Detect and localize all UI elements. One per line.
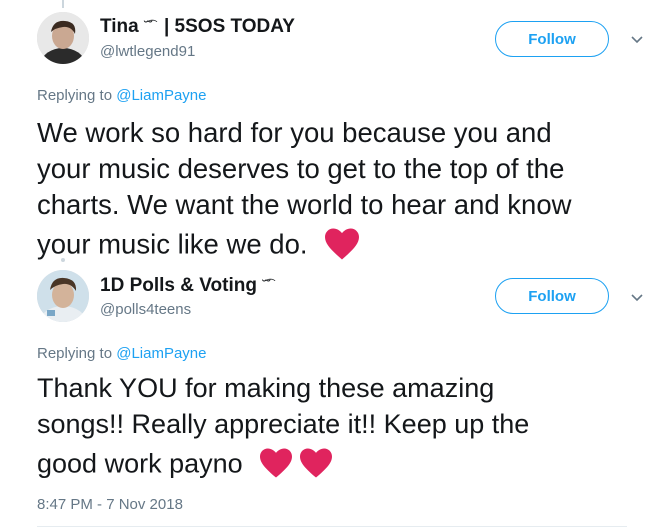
display-name[interactable]: 1D Polls & Voting [100,275,257,296]
thread-connector [62,0,64,8]
heart-icon [323,227,361,266]
tweet-body: We work so hard for you because you and … [37,119,637,263]
tweet-body: Thank YOU for making these amazing songs… [37,375,637,483]
avatar[interactable] [37,270,89,322]
name-suffix: | 5SOS TODAY [163,16,295,37]
thread-dot [61,258,65,262]
replying-prefix: Replying to [37,345,117,362]
chevron-down-icon[interactable] [630,291,644,305]
replying-to-link[interactable]: @LiamPayne [116,87,206,104]
replying-prefix: Replying to [37,87,117,104]
heart-icon [298,447,334,484]
tweet-line: your music deserves to get to the top of… [37,153,565,184]
user-handle[interactable]: @lwtlegend91 [100,43,195,60]
emoticon-icon: ˘͡˘ [262,277,271,292]
heart-icon [258,447,294,484]
tweet-line: We work so hard for you because you and [37,117,552,148]
chevron-down-icon[interactable] [630,33,644,47]
tweet-line: charts. We want the world to hear and kn… [37,189,572,220]
tweet-timestamp[interactable]: 8:47 PM - 7 Nov 2018 [37,496,183,513]
replying-to-link[interactable]: @LiamPayne [116,345,206,362]
follow-button[interactable]: Follow [495,21,609,57]
display-name-row: 1D Polls & Voting ˘͡˘ [100,275,271,297]
tweet-line: your music like we do. [37,228,308,260]
replying-to: Replying to @LiamPayne [37,345,207,362]
tweet-line-last: good work payno [37,447,637,483]
tweet-line: songs!! Really appreciate it!! Keep up t… [37,409,530,439]
tweet-line: good work payno [37,448,243,479]
follow-button[interactable]: Follow [495,278,609,314]
display-name[interactable]: Tina [100,16,139,37]
tweet-line: Thank YOU for making these amazing [37,373,495,403]
emoticon-icon: ˘͡˘ [144,18,153,33]
divider [37,526,627,527]
avatar[interactable] [37,12,89,64]
display-name-row: Tina ˘͡˘ | 5SOS TODAY [100,16,295,38]
replying-to: Replying to @LiamPayne [37,87,207,104]
tweet-line-last: your music like we do. [37,227,637,263]
user-handle[interactable]: @polls4teens [100,301,191,318]
